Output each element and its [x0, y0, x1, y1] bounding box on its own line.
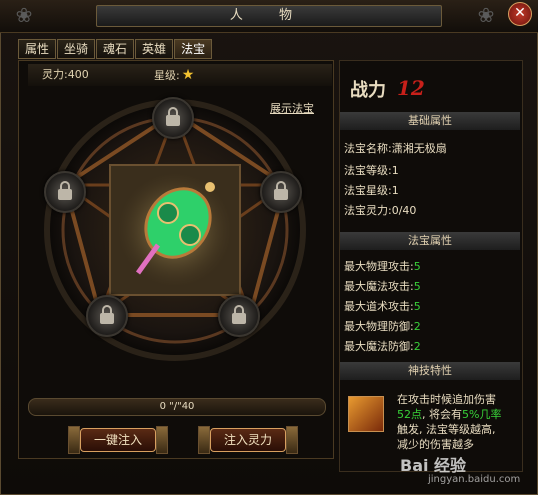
lock-slot-icon[interactable]	[152, 97, 194, 139]
lock-slot-icon[interactable]	[44, 171, 86, 213]
tab-soulstone[interactable]: 魂石	[96, 39, 135, 59]
attr-value: 5	[413, 280, 421, 293]
attr-row: 最大道术攻击:5	[344, 298, 421, 314]
power-label: 战力	[350, 80, 386, 101]
attr-value: 0/40	[391, 204, 417, 217]
attr-value: 1	[391, 184, 399, 197]
attr-label: 法宝灵力:	[344, 204, 392, 217]
title-bar: ❀ 人 物 ❀ ✕	[0, 0, 538, 33]
attr-label: 最大魔法防御:	[344, 340, 414, 353]
skill-line: 52点, 将会有5%几率	[397, 407, 522, 422]
window-title: 人 物	[96, 5, 442, 27]
skill-text-fragment: , 将会有	[422, 408, 462, 421]
skill-line: 在攻击时候追加伤害	[397, 393, 496, 406]
spirit-power-stat: 灵力:400	[42, 68, 89, 81]
skill-line: 减少的伤害越多	[397, 438, 474, 451]
attr-row: 法宝灵力:0/40	[344, 202, 416, 218]
attr-value: 1	[391, 164, 399, 177]
watermark-brand: Bai 经验	[400, 456, 467, 475]
skill-header: 神技特性	[340, 362, 520, 380]
show-treasure-link[interactable]: 展示法宝	[270, 100, 314, 116]
skill-line: 触发, 法宝等级越高,	[397, 423, 496, 436]
attr-row: 最大物理防御:2	[344, 318, 421, 334]
attr-value: 潇湘无极扇	[391, 142, 447, 155]
power-value: 12	[397, 76, 425, 100]
attr-value: 2	[413, 320, 421, 333]
tab-attributes[interactable]: 属性	[18, 39, 57, 59]
attr-value: 2	[413, 340, 421, 353]
skill-damage-value: 52点	[397, 408, 422, 421]
stats-bar: 灵力:400 星级: ★	[28, 64, 332, 86]
attr-row: 最大物理攻击:5	[344, 258, 421, 274]
button-cap-right	[156, 426, 168, 454]
tab-mount[interactable]: 坐骑	[57, 39, 96, 59]
attr-label: 最大物理攻击:	[344, 260, 414, 273]
attr-row: 最大魔法防御:2	[344, 338, 421, 354]
star-level-label: 星级:	[154, 69, 180, 82]
attr-label: 最大魔法攻击:	[344, 280, 414, 293]
skill-chance-value: 5%几率	[462, 408, 502, 421]
star-level-stat: 星级: ★	[154, 64, 194, 87]
treasure-circle	[40, 95, 310, 365]
inject-all-button[interactable]: 一键注入	[80, 428, 156, 452]
button-cap-left	[68, 426, 80, 454]
lock-slot-icon[interactable]	[260, 171, 302, 213]
skill-description: 在攻击时候追加伤害 52点, 将会有5%几率 触发, 法宝等级越高, 减少的伤害…	[397, 392, 522, 452]
spirit-progress-bar: 0 "/"40	[28, 398, 326, 416]
lock-slot-icon[interactable]	[218, 295, 260, 337]
attr-row: 最大魔法攻击:5	[344, 278, 421, 294]
attr-label: 法宝名称:	[344, 142, 392, 155]
tab-hero[interactable]: 英雄	[135, 39, 174, 59]
attr-row: 法宝名称:潇湘无极扇	[344, 140, 447, 156]
attr-label: 法宝星级:	[344, 184, 392, 197]
attr-label: 法宝等级:	[344, 164, 392, 177]
tab-bar: 属性 坐骑 魂石 英雄 法宝	[18, 39, 213, 59]
treasure-attrs-header: 法宝属性	[340, 232, 520, 250]
close-button[interactable]: ✕	[508, 2, 532, 26]
watermark-url: jingyan.baidu.com	[428, 474, 521, 485]
star-icon: ★	[181, 67, 195, 83]
tab-treasure[interactable]: 法宝	[174, 39, 213, 59]
attr-value: 5	[413, 260, 421, 273]
basic-attrs-header: 基础属性	[340, 112, 520, 130]
attr-row: 法宝等级:1	[344, 162, 399, 178]
attr-label: 最大物理防御:	[344, 320, 414, 333]
button-cap-left	[198, 426, 210, 454]
dragon-ornament-left: ❀	[15, 3, 33, 27]
progress-text: 0 "/"40	[159, 401, 195, 412]
inject-spirit-button[interactable]: 注入灵力	[210, 428, 286, 452]
skill-icon[interactable]	[348, 396, 384, 432]
attr-label: 最大道术攻击:	[344, 300, 414, 313]
dragon-ornament-right: ❀	[477, 3, 495, 27]
button-cap-right	[286, 426, 298, 454]
attr-row: 法宝星级:1	[344, 182, 399, 198]
attr-value: 5	[413, 300, 421, 313]
lock-slot-icon[interactable]	[86, 295, 128, 337]
